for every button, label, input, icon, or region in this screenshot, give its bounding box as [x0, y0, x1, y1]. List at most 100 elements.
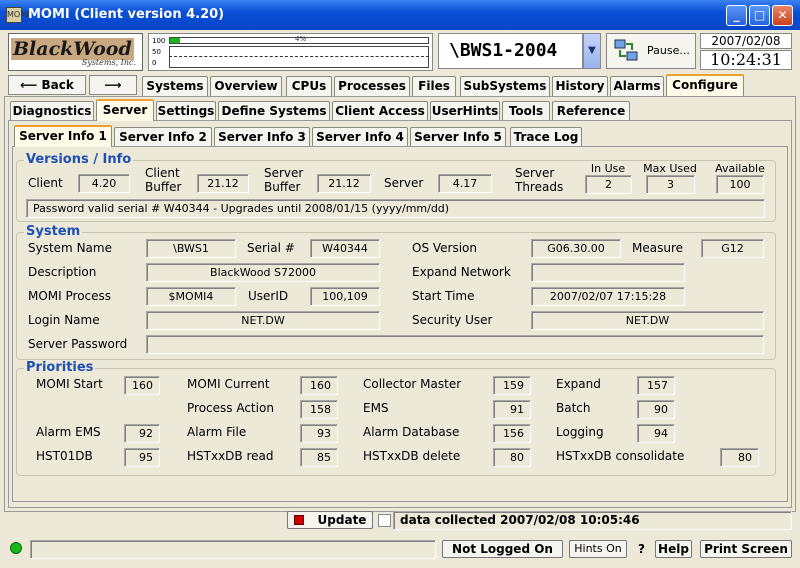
tab-trace-log[interactable]: Trace Log — [510, 127, 582, 147]
momi-current-value: 160 — [300, 376, 338, 395]
tab-tools[interactable]: Tools — [502, 101, 550, 121]
tab-server-info-1[interactable]: Server Info 1 — [14, 125, 112, 147]
tab-diagnostics[interactable]: Diagnostics — [10, 101, 94, 121]
max-used-label: Max Used — [643, 162, 697, 175]
start-time-value: 2007/02/07 17:15:28 — [531, 287, 685, 306]
question-icon[interactable]: ? — [638, 542, 645, 556]
title-bar[interactable]: MOMI MOMI (Client version 4.20) _ □ ✕ — [0, 0, 800, 30]
tab-alarms[interactable]: Alarms — [610, 76, 664, 96]
userid-value: 100,109 — [310, 287, 380, 306]
tab-server[interactable]: Server — [96, 99, 154, 121]
forward-arrow-icon: ⟶ — [104, 78, 122, 92]
server-password-input[interactable] — [146, 335, 764, 354]
process-action-value: 158 — [300, 400, 338, 419]
description-label: Description — [28, 265, 97, 279]
client-buffer-label: Client Buffer — [145, 166, 182, 194]
collector-master-value: 159 — [493, 376, 531, 395]
minimize-button[interactable]: _ — [726, 5, 747, 26]
process-action-label: Process Action — [187, 401, 274, 415]
close-button[interactable]: ✕ — [772, 5, 793, 26]
cpu-axis-mid: 50 — [152, 48, 161, 56]
pause-button[interactable]: Pause... — [606, 33, 696, 69]
hints-toggle[interactable]: Hints On — [569, 540, 627, 558]
hst01db-label: HST01DB — [36, 449, 93, 463]
login-status-button[interactable]: Not Logged On — [442, 540, 563, 558]
tab-history[interactable]: History — [552, 76, 608, 96]
auto-update-checkbox[interactable] — [378, 514, 391, 527]
expand-label: Expand — [556, 377, 601, 391]
forward-button[interactable]: ⟶ — [89, 75, 137, 95]
logging-value: 94 — [637, 424, 675, 443]
tab-reference[interactable]: Reference — [552, 101, 630, 121]
tab-processes[interactable]: Processes — [334, 76, 410, 96]
print-screen-button[interactable]: Print Screen — [700, 540, 792, 558]
tab-files[interactable]: Files — [412, 76, 456, 96]
tab-define-systems[interactable]: Define Systems — [218, 101, 330, 121]
update-button[interactable]: Update — [287, 511, 373, 529]
update-label: Update — [317, 513, 367, 527]
server-buffer-label: Server Buffer — [264, 166, 304, 194]
alarm-ems-label: Alarm EMS — [36, 425, 101, 439]
tab-subsystems[interactable]: SubSystems — [460, 76, 550, 96]
available-value: 100 — [716, 175, 764, 194]
alarm-ems-value: 92 — [124, 424, 160, 443]
tab-settings[interactable]: Settings — [156, 101, 216, 121]
status-led-icon — [10, 542, 22, 554]
server-label: Server — [384, 176, 424, 190]
collector-master-label: Collector Master — [363, 377, 462, 391]
serial-value: W40344 — [310, 239, 380, 258]
tab-configure[interactable]: Configure — [666, 74, 744, 96]
logo-text: BlackWood — [11, 38, 134, 60]
stop-icon — [293, 515, 304, 525]
tab-server-info-4[interactable]: Server Info 4 — [312, 127, 408, 147]
in-use-label: In Use — [590, 162, 626, 175]
system-selector[interactable]: \BWS1-2004 — [438, 33, 583, 69]
start-time-label: Start Time — [412, 289, 475, 303]
logging-label: Logging — [556, 425, 604, 439]
app-icon[interactable]: MOMI — [6, 7, 29, 23]
os-version-value: G06.30.00 — [531, 239, 621, 258]
alarm-database-label: Alarm Database — [363, 425, 460, 439]
tab-server-info-3[interactable]: Server Info 3 — [214, 127, 310, 147]
client-label: Client — [28, 176, 63, 190]
priorities-title: Priorities — [24, 360, 96, 375]
maximize-button[interactable]: □ — [749, 5, 770, 26]
hstxxdb-delete-label: HSTxxDB delete — [363, 449, 461, 463]
back-arrow-icon: ⟵ — [20, 78, 38, 92]
chevron-down-icon[interactable]: ▼ — [583, 33, 601, 69]
system-name-value: \BWS1 — [146, 239, 236, 258]
current-time: 10:24:31 — [700, 50, 792, 70]
cpu-history-plot — [169, 46, 429, 68]
expand-network-value — [531, 263, 685, 282]
cpu-axis-bottom: 0 — [152, 59, 157, 67]
alarm-file-value: 93 — [300, 424, 338, 443]
pause-label: Pause... — [647, 44, 690, 57]
tab-client-access[interactable]: Client Access — [332, 101, 428, 121]
ems-label: EMS — [363, 401, 389, 415]
cpu-bar-fill — [170, 38, 181, 43]
tab-overview[interactable]: Overview — [210, 76, 282, 96]
cpu-busy-graph: 100 50 0 4% — [148, 33, 433, 71]
server-password-label: Server Password — [28, 337, 128, 351]
back-label: Back — [41, 78, 74, 92]
hstxxdb-read-label: HSTxxDB read — [187, 449, 274, 463]
help-button[interactable]: Help — [655, 540, 692, 558]
tab-server-info-2[interactable]: Server Info 2 — [114, 127, 212, 147]
tab-cpus[interactable]: CPUs — [286, 76, 332, 96]
client-buffer: 21.12 — [197, 174, 249, 193]
tab-server-info-5[interactable]: Server Info 5 — [410, 127, 506, 147]
description-value: BlackWood S72000 — [146, 263, 380, 282]
login-name-label: Login Name — [28, 313, 100, 327]
login-name-value: NET.DW — [146, 311, 380, 330]
alarm-file-label: Alarm File — [187, 425, 247, 439]
hstxxdb-consolidate-label: HSTxxDB consolidate — [556, 449, 685, 463]
tab-userhints[interactable]: UserHints — [430, 101, 500, 121]
back-button[interactable]: ⟵ Back — [8, 75, 86, 95]
current-date: 2007/02/08 — [700, 33, 792, 49]
system-name-label: System Name — [28, 241, 112, 255]
tab-systems[interactable]: Systems — [142, 76, 208, 96]
server-threads-label: Server Threads — [515, 166, 564, 194]
batch-value: 90 — [637, 400, 675, 419]
hstxxdb-delete-value: 80 — [493, 448, 531, 467]
hstxxdb-read-value: 85 — [300, 448, 338, 467]
